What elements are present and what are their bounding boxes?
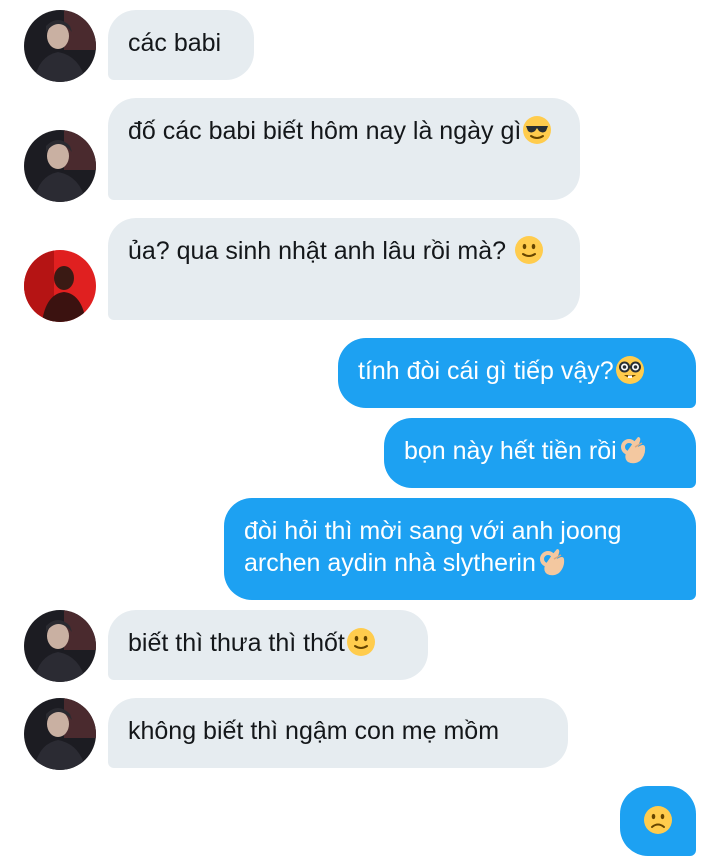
avatar[interactable] [24,250,96,322]
ok-hand-icon [537,547,567,577]
message-text: biết thì thưa thì thốt [128,629,345,657]
message-text: ủa? qua sinh nhật anh lâu rồi mà? [128,237,507,265]
message-text: không biết thì ngậm con mẹ mồm [128,717,500,745]
avatar[interactable] [24,698,96,770]
message-bubble-outgoing[interactable]: tính đòi cái gì tiếp vậy? [338,338,696,408]
message-bubble-incoming[interactable]: không biết thì ngậm con mẹ mồm [108,698,568,768]
message-bubble-incoming[interactable]: đố các babi biết hôm nay là ngày gì [108,98,580,200]
nerd-face-icon [615,355,645,385]
message-text: tính đòi cái gì tiếp vậy? [358,357,614,385]
message-bubble-outgoing[interactable]: đòi hỏi thì mời sang với anh joong arche… [224,498,696,600]
message-text: các babi [128,29,222,57]
slightly-smiling-face-icon [514,235,544,265]
message-bubble-outgoing[interactable]: bọn này hết tiền rồi [384,418,696,488]
message-text: bọn này hết tiền rồi [404,437,617,465]
message-bubble-incoming[interactable]: các babi [108,10,254,80]
slightly-smiling-face-icon [346,627,376,657]
message-text: đố các babi biết hôm nay là ngày gì [128,117,522,145]
avatar[interactable] [24,610,96,682]
message-bubble-incoming[interactable]: biết thì thưa thì thốt [108,610,428,680]
message-bubble-outgoing[interactable] [620,786,696,856]
ok-hand-icon [618,435,648,465]
avatar[interactable] [24,10,96,82]
message-bubble-incoming[interactable]: ủa? qua sinh nhật anh lâu rồi mà? [108,218,580,320]
sunglasses-face-icon [522,115,552,145]
slightly-frowning-face-icon [643,805,673,835]
avatar[interactable] [24,130,96,202]
